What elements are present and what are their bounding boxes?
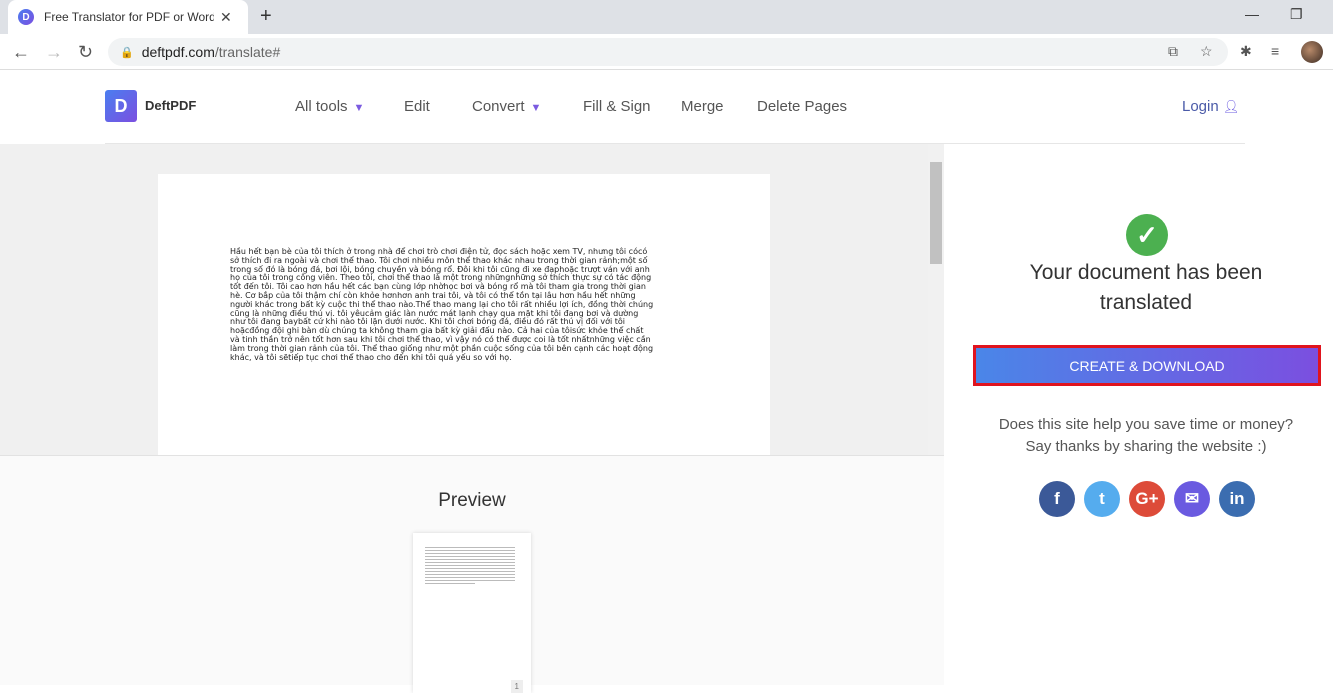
thumbnail-line (425, 583, 475, 584)
thumbnail-line (425, 547, 515, 548)
logo[interactable]: D (105, 90, 137, 122)
share-line-2: Say thanks by sharing the website :) (1025, 438, 1267, 455)
share-text: Does this site help you save time or mon… (944, 414, 1333, 458)
tab-title: Free Translator for PDF or Word u (44, 10, 214, 24)
minimize-icon[interactable]: — (1245, 6, 1259, 22)
login-link[interactable]: Login 👤︎ (1182, 98, 1239, 115)
user-icon: 👤︎ (1222, 99, 1240, 114)
chevron-down-icon: ▼ (530, 102, 542, 114)
check-icon: ✓ (1126, 214, 1168, 256)
menu-convert[interactable]: Convert ▼ (472, 98, 541, 115)
email-icon[interactable]: ✉ (1174, 481, 1210, 517)
brand-name[interactable]: DeftPDF (145, 98, 196, 113)
url-host: deftpdf.com (141, 44, 215, 60)
thumbnail-line (425, 580, 515, 581)
document-text: Hầu hết bạn bè của tôi thích ở trong nhà… (230, 247, 700, 362)
browser-tab[interactable]: D Free Translator for PDF or Word u ✕ (8, 0, 248, 34)
restore-icon[interactable]: ❐ (1290, 6, 1303, 23)
menu-fill-sign[interactable]: Fill & Sign (583, 98, 651, 115)
url-path: /translate# (214, 44, 281, 60)
translate-icon[interactable]: ⧉ (1168, 43, 1178, 60)
address-bar[interactable]: 🔒 deftpdf.com/translate# (108, 38, 1228, 66)
login-label: Login (1182, 98, 1219, 115)
favicon-icon: D (18, 9, 34, 25)
result-title: Your document has been translated (944, 258, 1333, 318)
close-tab-icon[interactable]: ✕ (220, 9, 232, 26)
page-number: 1 (510, 680, 523, 693)
back-icon[interactable]: ← (12, 42, 30, 63)
site-header: D DeftPDF All tools ▼ Edit Convert ▼ Fill … (0, 71, 1333, 143)
scrollbar[interactable] (928, 144, 944, 455)
social-buttons: f t G+ ✉ in (1039, 481, 1255, 517)
thumbnail-line (425, 556, 515, 557)
forward-icon[interactable]: → (45, 42, 63, 63)
menu-merge[interactable]: Merge (681, 98, 724, 115)
thumbnail-line (425, 568, 515, 569)
preview-section: Preview 1 (0, 455, 944, 693)
google-plus-icon[interactable]: G+ (1129, 481, 1165, 517)
thumbnail-line (425, 562, 515, 563)
thumbnail-line (425, 565, 515, 566)
result-panel: ✓ Your document has been translated CREA… (944, 144, 1333, 685)
facebook-icon[interactable]: f (1039, 481, 1075, 517)
new-tab-icon[interactable]: + (260, 5, 272, 28)
menu-delete-pages[interactable]: Delete Pages (757, 98, 847, 115)
share-line-1: Does this site help you save time or mon… (998, 416, 1294, 433)
browser-toolbar: ← → ↻ 🔒 deftpdf.com/translate# ⧉ ☆ ✱ ≡ (0, 34, 1333, 70)
reload-icon[interactable]: ↻ (78, 42, 93, 63)
menu-all-tools[interactable]: All tools ▼ (295, 98, 364, 115)
extensions-icon[interactable]: ✱ (1240, 43, 1252, 60)
create-download-button[interactable]: CREATE & DOWNLOAD (976, 348, 1318, 383)
preview-title: Preview (438, 490, 506, 511)
result-title-text: Your document has been translated (1029, 261, 1263, 314)
document-viewer: Hầu hết bạn bè của tôi thích ở trong nhà… (0, 144, 928, 455)
thumbnail-line (425, 571, 515, 572)
menu-edit[interactable]: Edit (404, 98, 430, 115)
star-icon[interactable]: ☆ (1200, 43, 1213, 60)
document-area: Hầu hết bạn bè của tôi thích ở trong nhà… (0, 144, 944, 693)
document-page: Hầu hết bạn bè của tôi thích ở trong nhà… (158, 174, 770, 455)
menu-label: All tools (295, 98, 348, 115)
thumbnail-line (425, 550, 515, 551)
thumbnail-line (425, 559, 515, 560)
lock-icon: 🔒 (120, 46, 134, 59)
menu-label: Convert (472, 98, 525, 115)
media-icon[interactable]: ≡ (1271, 43, 1279, 59)
document-line: khác, và tôi sẽtiếp tục chơi thể thao ch… (230, 352, 512, 362)
preview-thumbnail[interactable]: 1 (413, 533, 531, 693)
thumbnail-line (425, 553, 515, 554)
avatar[interactable] (1301, 41, 1323, 63)
thumbnail-line (425, 577, 515, 578)
download-highlight: CREATE & DOWNLOAD (973, 345, 1321, 386)
scrollbar-thumb[interactable] (930, 162, 942, 264)
tab-bar: D Free Translator for PDF or Word u ✕ + … (0, 0, 1333, 34)
linkedin-icon[interactable]: in (1219, 481, 1255, 517)
twitter-icon[interactable]: t (1084, 481, 1120, 517)
thumbnail-line (425, 574, 515, 575)
chevron-down-icon: ▼ (353, 102, 365, 114)
